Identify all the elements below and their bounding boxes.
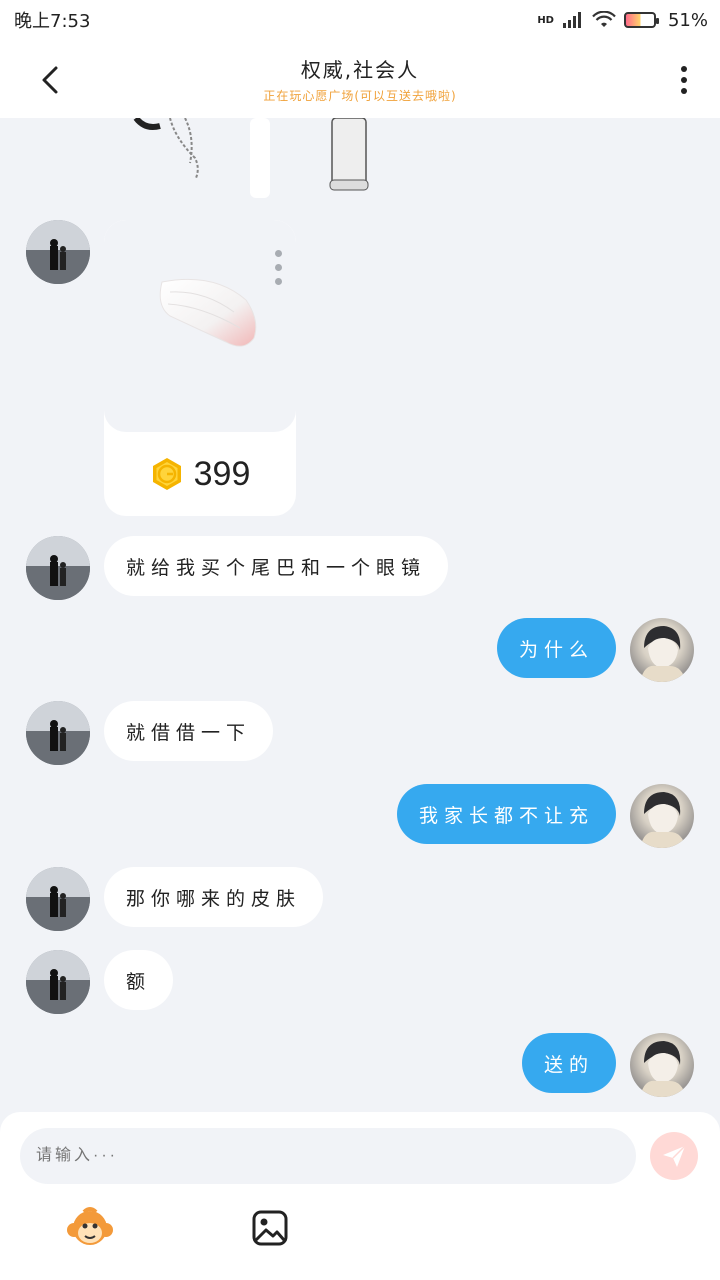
gift-options-button[interactable] xyxy=(275,250,282,285)
dot xyxy=(275,278,282,285)
avatar-self[interactable] xyxy=(630,784,694,848)
avatar-other[interactable] xyxy=(26,701,90,765)
status-bar: 晚上7:53 HD 51% xyxy=(0,0,720,40)
gift-image-area xyxy=(104,220,296,432)
image-icon xyxy=(252,1210,288,1246)
monkey-emoji-icon xyxy=(67,1207,113,1245)
avatar-other[interactable] xyxy=(26,950,90,1014)
gift-card[interactable]: 399 xyxy=(104,220,296,516)
avatar-self[interactable] xyxy=(630,618,694,682)
message-input[interactable] xyxy=(20,1128,636,1184)
avatar-self-image xyxy=(640,1041,686,1097)
previous-gift-image xyxy=(133,118,369,198)
battery-percent: 51% xyxy=(667,9,708,31)
gift-price-row: 399 xyxy=(104,446,296,502)
avatar-other[interactable] xyxy=(26,220,90,284)
message-bubble-self[interactable]: 为什么 xyxy=(496,618,616,678)
more-dot xyxy=(681,88,687,94)
message-bubble-other[interactable]: 额 xyxy=(104,950,174,1010)
signal-icon xyxy=(562,12,581,28)
dot xyxy=(275,250,282,257)
avatar-self[interactable] xyxy=(630,1033,694,1097)
message-bubble-self[interactable]: 我家长都不让充 xyxy=(396,784,616,844)
chat-subtitle: 正在玩心愿广场(可以互送去哦啦) xyxy=(263,89,457,103)
more-options-button[interactable] xyxy=(674,62,694,98)
gift-price: 399 xyxy=(193,454,251,493)
avatar-other-image xyxy=(26,220,90,284)
avatar-other[interactable] xyxy=(26,536,90,600)
dot xyxy=(275,264,282,271)
chat-header: 权威,社会人 正在玩心愿广场(可以互送去哦啦) xyxy=(0,40,720,118)
avatar-other-image xyxy=(26,867,90,931)
more-vertical-icon xyxy=(681,66,687,72)
coin-icon xyxy=(152,458,181,490)
avatar-self-image xyxy=(640,626,686,682)
image-button[interactable] xyxy=(246,1204,294,1252)
send-button[interactable] xyxy=(650,1132,698,1180)
message-bubble-self[interactable]: 送的 xyxy=(521,1033,616,1093)
input-bar xyxy=(0,1112,720,1280)
avatar-self-image xyxy=(640,792,686,848)
avatar-other-image xyxy=(26,536,90,600)
status-icons: HD 51% xyxy=(537,10,708,31)
network-label: HD xyxy=(537,14,554,26)
message-list[interactable]: 399 就给我买个尾巴和一个眼镜 为什么 就借借一下 我家长都不让充 那你哪来的… xyxy=(0,118,720,1112)
avatar-other-image xyxy=(26,701,90,765)
back-button[interactable] xyxy=(36,60,66,100)
send-icon xyxy=(663,1145,686,1167)
avatar-other[interactable] xyxy=(26,867,90,931)
wifi-icon xyxy=(592,11,616,27)
battery-icon xyxy=(623,12,659,28)
title-block: 权威,社会人 正在玩心愿广场(可以互送去哦啦) xyxy=(263,54,456,104)
back-arrow-icon xyxy=(42,66,58,94)
status-time: 晚上7:53 xyxy=(14,11,91,32)
chat-title: 权威,社会人 xyxy=(300,58,420,82)
emoji-button[interactable] xyxy=(66,1204,114,1252)
tail-gift-image xyxy=(159,278,257,347)
message-bubble-other[interactable]: 就借借一下 xyxy=(104,701,274,761)
message-bubble-other[interactable]: 那你哪来的皮肤 xyxy=(104,867,324,927)
message-bubble-other[interactable]: 就给我买个尾巴和一个眼镜 xyxy=(104,536,449,596)
avatar-other-image xyxy=(26,950,90,1014)
more-dot xyxy=(681,77,687,83)
